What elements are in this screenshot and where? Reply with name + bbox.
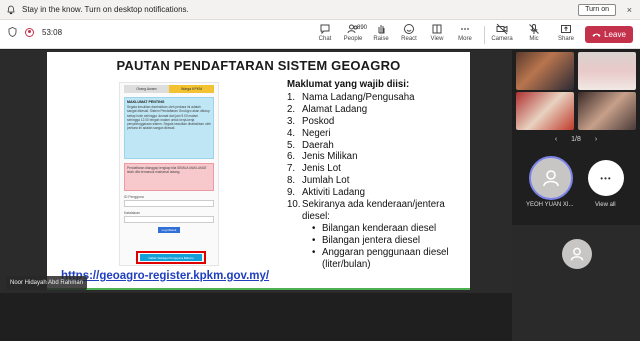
more-icon <box>461 28 469 30</box>
chat-label: Chat <box>318 36 332 42</box>
sub-list-item-continuation: (liter/bulan) <box>322 258 371 270</box>
raise-hand-button[interactable]: Raise <box>366 23 396 47</box>
tab-warga-kpkm: Warga KPKM <box>169 85 214 93</box>
next-page-icon[interactable]: › <box>595 136 597 143</box>
mic-off-icon <box>529 24 539 34</box>
warning-text: Pendaftaran dianggap lengkap bila SEMUA … <box>127 166 207 175</box>
react-button[interactable]: React <box>394 23 424 47</box>
camera-off-icon <box>496 23 508 35</box>
participants-panel: ‹ 1/8 › YEOH YUAN XI... ••• View all <box>512 50 640 341</box>
password-label: Katalaluan <box>124 211 141 215</box>
participant-video-tile[interactable] <box>578 92 636 130</box>
recording-icon <box>25 27 34 37</box>
shared-screen-area: PAUTAN PENDAFTARAN SISTEM GEOAGRO Orang … <box>0 50 512 293</box>
list-item: 5. Daerah <box>287 139 334 151</box>
notification-message: Stay in the know. Turn on desktop notifi… <box>22 5 189 14</box>
raise-label: Raise <box>373 36 389 42</box>
required-info-list: Maklumat yang wajib diisi: 1. Nama Ladang… <box>287 79 467 271</box>
list-item: 4. Negeri <box>287 127 331 139</box>
participant-avatar[interactable] <box>529 156 573 200</box>
meeting-status: 53:08 <box>8 27 62 37</box>
self-video-tile <box>512 225 640 341</box>
gallery-pager: ‹ 1/8 › <box>512 136 640 143</box>
list-item: 9. Aktiviti Ladang <box>287 187 366 199</box>
chat-button[interactable]: Chat <box>310 23 340 47</box>
presentation-slide: PAUTAN PENDAFTARAN SISTEM GEOAGRO Orang … <box>47 52 470 290</box>
slide-footer-bar <box>47 288 470 290</box>
mic-label: Mic <box>529 36 539 42</box>
self-avatar <box>562 239 592 269</box>
view-all-label: View all <box>595 202 616 208</box>
meeting-toolbar: 53:08 Chat 890 People Raise React View M… <box>0 20 640 49</box>
turn-on-notifications-button[interactable]: Turn on <box>578 4 616 16</box>
share-button[interactable]: Share <box>551 23 581 47</box>
share-label: Share <box>557 36 574 42</box>
user-id-input <box>124 200 214 207</box>
shield-icon <box>8 27 17 37</box>
more-button[interactable]: More <box>450 23 480 47</box>
sub-list-item: • Bilangan jentera diesel <box>312 234 421 246</box>
share-icon <box>561 25 571 33</box>
list-item: 7. Jenis Lot <box>287 163 341 175</box>
list-item: 3. Poskod <box>287 115 335 127</box>
list-item: 1. Nama Ladang/Pengusaha <box>287 91 415 103</box>
react-label: React <box>401 36 417 42</box>
register-button: Daftar Sebagai Pengguna Baharu <box>140 254 202 261</box>
phone-hangup-icon <box>592 33 601 37</box>
page-indicator: 1/8 <box>571 136 581 143</box>
form-tabs: Orang Awam Warga KPKM <box>124 85 214 93</box>
list-heading: Maklumat yang wajib diisi: <box>287 79 410 90</box>
chat-icon <box>320 24 330 35</box>
close-notification-icon[interactable]: × <box>627 4 632 16</box>
person-icon <box>543 170 559 187</box>
leave-label: Leave <box>604 30 626 39</box>
list-item: 2. Alamat Ladang <box>287 103 368 115</box>
info-heading: MAKLUMAT PENTING <box>127 100 165 104</box>
sub-list-item: • Bilangan kenderaan diesel <box>312 222 437 234</box>
toolbar-divider <box>484 26 485 44</box>
registration-form-screenshot: Orang Awam Warga KPKM MAKLUMAT PENTING S… <box>119 82 219 266</box>
more-label: More <box>458 36 472 42</box>
important-info-box: MAKLUMAT PENTING Segala kesulitan diseba… <box>124 97 214 159</box>
prev-page-icon[interactable]: ‹ <box>555 136 557 143</box>
mic-button[interactable]: Mic <box>519 23 549 47</box>
participant-video-tile[interactable] <box>516 52 574 90</box>
people-label: People <box>343 36 363 42</box>
presenter-name-tag: Noor Hidayah Abd Rahman <box>6 276 88 290</box>
meeting-timer: 53:08 <box>42 27 63 37</box>
people-button[interactable]: 890 People <box>338 23 368 47</box>
view-button[interactable]: View <box>422 23 452 47</box>
login-button: Log Masuk <box>158 227 180 233</box>
user-id-label: ID Pengguna <box>124 195 144 199</box>
hand-icon <box>378 25 385 34</box>
view-all-button[interactable]: ••• <box>588 160 624 196</box>
list-item: 6. Jenis Milikan <box>287 151 358 163</box>
registration-url: https://geoagro-register.kpkm.gov.my/ <box>61 270 270 282</box>
person-icon <box>570 247 584 261</box>
list-item: 10. Sekiranya ada kenderaan/jentera <box>287 199 445 211</box>
sub-list-item: • Anggaran penggunaan diesel <box>312 246 449 258</box>
list-item: 8. Jumlah Lot <box>287 175 350 187</box>
smile-icon <box>404 24 414 34</box>
view-label: View <box>430 36 444 42</box>
notification-bar: Stay in the know. Turn on desktop notifi… <box>0 0 640 20</box>
list-item-continuation: diesel: <box>302 210 331 222</box>
bell-icon <box>7 5 15 14</box>
leave-button[interactable]: Leave <box>585 26 633 43</box>
more-dots-icon: ••• <box>600 173 612 183</box>
warning-box: Pendaftaran dianggap lengkap bila SEMUA … <box>124 163 214 191</box>
slide-title: PAUTAN PENDAFTARAN SISTEM GEOAGRO <box>116 58 401 73</box>
register-highlight-box: Daftar Sebagai Pengguna Baharu <box>136 251 206 264</box>
grid-icon <box>432 24 442 34</box>
participant-video-tile[interactable] <box>516 92 574 130</box>
camera-label: Camera <box>491 36 513 42</box>
participant-video-tile[interactable] <box>578 52 636 90</box>
info-text: Segala kesulitan disebabkan oleh perkara… <box>127 105 211 131</box>
camera-button[interactable]: Camera <box>487 23 517 47</box>
password-input <box>124 216 214 223</box>
tab-orang-awam: Orang Awam <box>124 85 169 93</box>
participant-name: YEOH YUAN XI... <box>526 202 574 208</box>
